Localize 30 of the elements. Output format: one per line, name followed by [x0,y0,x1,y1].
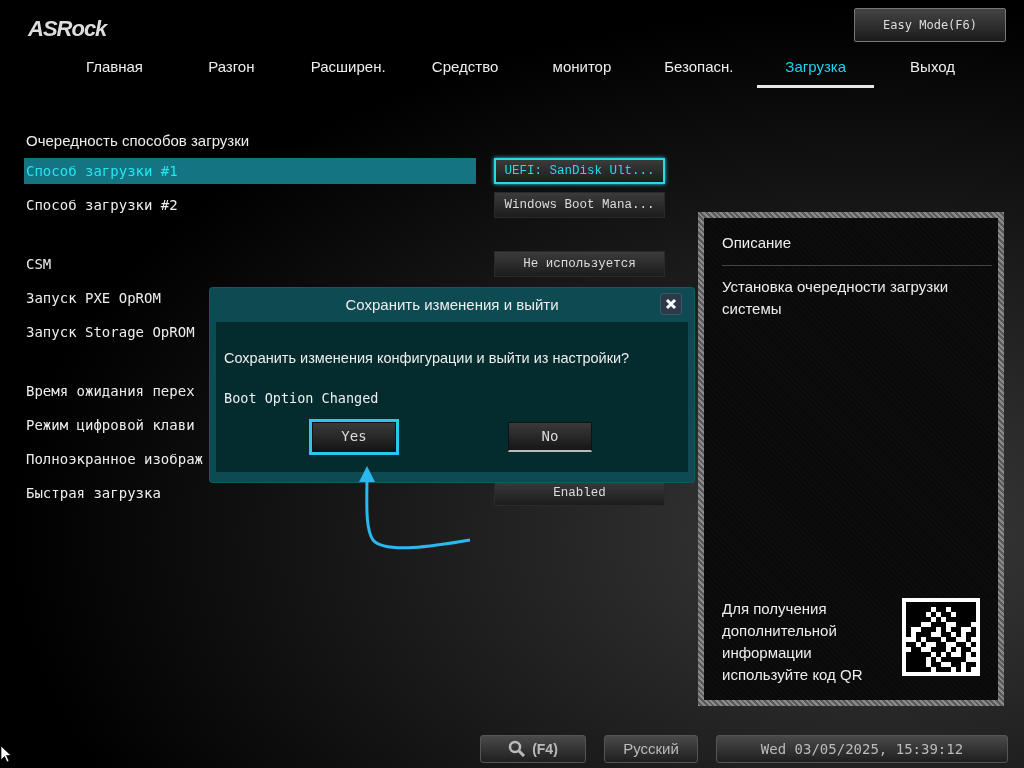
setting-label[interactable]: Способ загрузки #1 [24,158,476,184]
tab[interactable]: Средство [406,55,524,88]
logo: ASRock [28,15,107,43]
tab[interactable]: Выход [874,55,991,88]
setting-value[interactable]: Не используется [494,251,665,277]
easy-mode-button[interactable]: Easy Mode(F6) [854,8,1006,42]
search-button[interactable]: (F4) [480,735,586,763]
date-time: Wed 03/05/2025, 15:39:12 [716,735,1008,763]
description-text: Установка очередности загрузки системы [722,276,950,319]
dialog-title: Сохранить изменения и выйти [345,296,559,313]
dialog-message: Сохранить изменения конфигурации и выйти из настройки? [224,349,631,368]
setting-label[interactable]: Быстрая загрузка [24,480,476,506]
setting-label[interactable]: Способ загрузки #2 [24,192,476,218]
dialog-button[interactable]: No [508,422,592,452]
qr-caption: Для получения дополнительной информации используйте код QR [722,599,864,685]
search-shortcut: (F4) [532,739,558,759]
setting-label[interactable]: CSM [24,251,476,277]
language-button[interactable]: Русский [604,735,698,763]
tab[interactable]: Разгон [172,55,290,88]
section-title: Очередность способов загрузки [25,131,251,151]
setting-value[interactable]: Windows Boot Mana... [494,192,665,218]
setting-value[interactable]: UEFI: SanDisk Ult... [494,158,665,184]
tab[interactable]: Безопасн. [640,55,758,88]
description-title: Описание [722,232,992,266]
dialog-button[interactable]: Yes [312,422,396,452]
dialog-detail: Boot Option Changed [224,388,380,408]
tab[interactable]: Загрузка [757,55,875,88]
tab[interactable]: Расширен. [289,55,407,88]
tab[interactable]: монитор [523,55,641,88]
tab[interactable]: Главная [56,55,173,88]
